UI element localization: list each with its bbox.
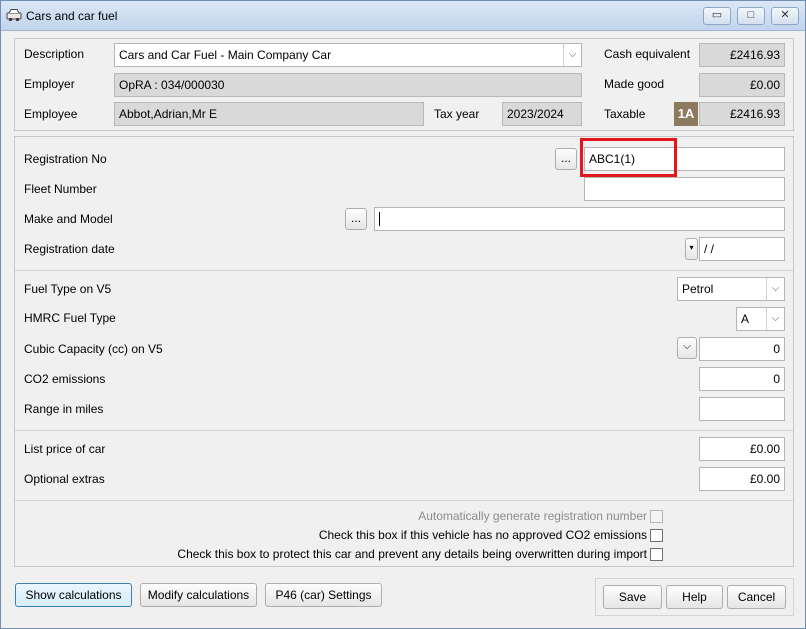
tax-year-value: 2023/2024 bbox=[507, 107, 564, 121]
registration-highlight-box bbox=[580, 138, 677, 177]
range-miles-label: Range in miles bbox=[24, 402, 104, 416]
help-button[interactable]: Help bbox=[666, 585, 723, 609]
co2-emissions-value: 0 bbox=[773, 372, 780, 386]
chevron-down-icon: ⌵ bbox=[683, 341, 691, 352]
registration-date-input[interactable]: / / bbox=[699, 237, 785, 261]
close-button[interactable]: ✕ bbox=[771, 7, 799, 25]
no-co2-checkbox[interactable] bbox=[650, 529, 663, 542]
taxable-field: £2416.93 bbox=[699, 102, 785, 126]
divider bbox=[15, 500, 793, 501]
details-panel: Registration No ... ABC1(1) Fleet Number… bbox=[14, 136, 794, 567]
optional-extras-input[interactable]: £0.00 bbox=[699, 467, 785, 491]
description-label: Description bbox=[24, 47, 85, 61]
taxable-label: Taxable bbox=[604, 107, 646, 121]
save-button[interactable]: Save bbox=[603, 585, 662, 609]
tax-year-field: 2023/2024 bbox=[502, 102, 582, 126]
fuel-type-value: Petrol bbox=[682, 282, 714, 296]
taxable-category-badge: 1A bbox=[674, 102, 698, 126]
make-model-label: Make and Model bbox=[24, 212, 113, 226]
list-price-label: List price of car bbox=[24, 442, 106, 456]
protect-car-label: Check this box to protect this car and p… bbox=[177, 547, 647, 561]
window-title: Cars and car fuel bbox=[26, 9, 118, 23]
divider bbox=[15, 270, 793, 271]
registration-label: Registration No bbox=[24, 152, 107, 166]
cash-equivalent-label: Cash equivalent bbox=[604, 47, 691, 61]
co2-emissions-input[interactable]: 0 bbox=[699, 367, 785, 391]
title-bar[interactable]: Cars and car fuel ▭ □ ✕ bbox=[1, 1, 805, 31]
range-miles-input[interactable] bbox=[699, 397, 785, 421]
fuel-type-select[interactable]: Petrol ⌵ bbox=[677, 277, 785, 301]
cancel-button[interactable]: Cancel bbox=[727, 585, 786, 609]
co2-emissions-label: CO2 emissions bbox=[24, 372, 106, 386]
chevron-down-icon: ⌵ bbox=[766, 278, 784, 300]
fleet-number-label: Fleet Number bbox=[24, 182, 97, 196]
description-select[interactable]: Cars and Car Fuel - Main Company Car ⌵ bbox=[114, 43, 582, 67]
maximize-button[interactable]: □ bbox=[737, 7, 765, 25]
employer-label: Employer bbox=[24, 77, 75, 91]
list-price-value: £0.00 bbox=[749, 442, 780, 456]
date-picker-button[interactable]: ▾ bbox=[685, 238, 698, 260]
text-caret bbox=[379, 212, 380, 226]
tax-year-label: Tax year bbox=[434, 107, 480, 121]
employee-value: Abbot,Adrian,Mr E bbox=[119, 107, 218, 121]
dialog-window: Cars and car fuel ▭ □ ✕ Description Cars… bbox=[0, 0, 806, 629]
made-good-label: Made good bbox=[604, 77, 665, 91]
modify-calculations-button[interactable]: Modify calculations bbox=[140, 583, 257, 607]
hmrc-fuel-type-label: HMRC Fuel Type bbox=[24, 311, 116, 325]
hmrc-fuel-type-value: A bbox=[741, 312, 750, 326]
hmrc-fuel-type-select[interactable]: A ⌵ bbox=[736, 307, 785, 331]
cash-equivalent-value: £2416.93 bbox=[729, 48, 780, 62]
fuel-type-label: Fuel Type on V5 bbox=[24, 282, 112, 296]
cubic-capacity-dropdown-button[interactable]: ⌵ bbox=[677, 337, 697, 359]
maximize-icon: □ bbox=[747, 9, 755, 21]
minimize-button[interactable]: ▭ bbox=[703, 7, 731, 25]
cash-equivalent-field: £2416.93 bbox=[699, 43, 785, 67]
cubic-capacity-value: 0 bbox=[773, 342, 780, 356]
ellipsis-icon: ... bbox=[350, 211, 361, 225]
employee-field: Abbot,Adrian,Mr E bbox=[114, 102, 424, 126]
car-icon bbox=[6, 9, 22, 22]
registration-date-value: / / bbox=[704, 242, 715, 256]
divider bbox=[15, 430, 793, 431]
auto-generate-checkbox bbox=[650, 510, 663, 523]
show-calculations-button[interactable]: Show calculations bbox=[15, 583, 132, 607]
ellipsis-icon: ... bbox=[560, 151, 571, 165]
date-picker-icon: ▾ bbox=[689, 243, 694, 252]
employer-value: OpRA : 034/000030 bbox=[119, 78, 225, 92]
taxable-value: £2416.93 bbox=[729, 107, 780, 121]
make-model-lookup-button[interactable]: ... bbox=[345, 208, 367, 230]
list-price-input[interactable]: £0.00 bbox=[699, 437, 785, 461]
made-good-value: £0.00 bbox=[749, 78, 780, 92]
cubic-capacity-label: Cubic Capacity (cc) on V5 bbox=[24, 342, 163, 356]
employer-field: OpRA : 034/000030 bbox=[114, 73, 582, 97]
optional-extras-value: £0.00 bbox=[749, 472, 780, 486]
chevron-down-icon: ⌵ bbox=[766, 308, 784, 330]
employee-label: Employee bbox=[24, 107, 78, 121]
registration-lookup-button[interactable]: ... bbox=[555, 148, 577, 170]
registration-date-label: Registration date bbox=[24, 242, 115, 256]
auto-generate-label: Automatically generate registration numb… bbox=[418, 509, 647, 523]
fleet-number-input[interactable] bbox=[584, 177, 785, 201]
cubic-capacity-input[interactable]: 0 bbox=[699, 337, 785, 361]
close-icon: ✕ bbox=[780, 9, 790, 21]
chevron-down-icon: ⌵ bbox=[563, 44, 581, 66]
header-panel: Description Cars and Car Fuel - Main Com… bbox=[14, 38, 794, 131]
minimize-icon: ▭ bbox=[711, 9, 723, 21]
made-good-field: £0.00 bbox=[699, 73, 785, 97]
optional-extras-label: Optional extras bbox=[24, 472, 105, 486]
description-value: Cars and Car Fuel - Main Company Car bbox=[119, 48, 332, 62]
make-model-input[interactable] bbox=[374, 207, 785, 231]
protect-car-checkbox[interactable] bbox=[650, 548, 663, 561]
p46-settings-button[interactable]: P46 (car) Settings bbox=[265, 583, 382, 607]
no-co2-label: Check this box if this vehicle has no ap… bbox=[318, 528, 647, 542]
